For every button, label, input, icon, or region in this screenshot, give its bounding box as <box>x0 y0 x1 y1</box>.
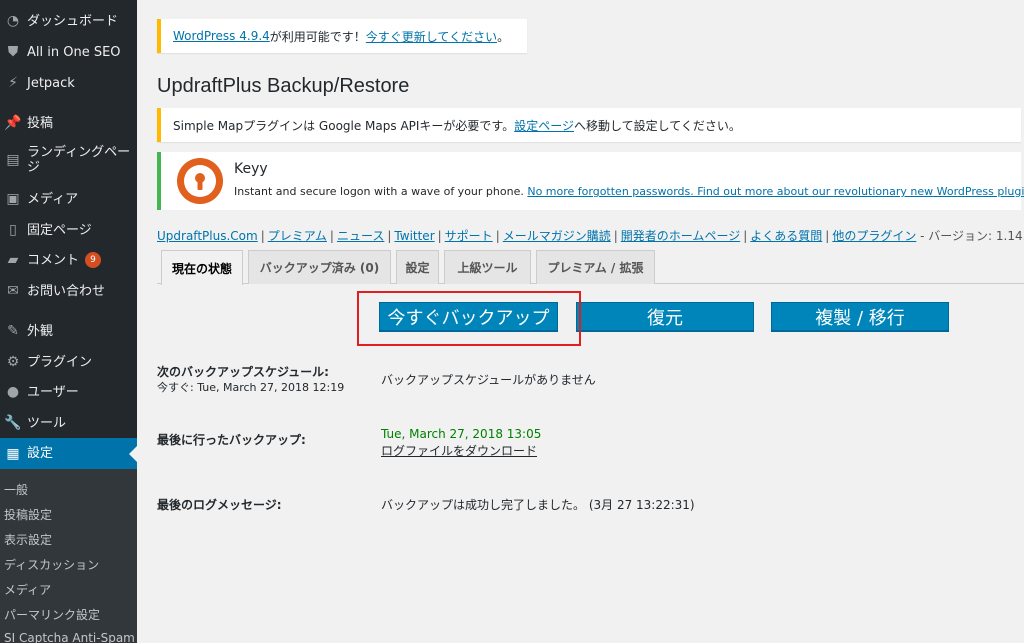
sidebar-item-label: ユーザー <box>27 384 79 400</box>
keyy-notice: Keyy Instant and secure logon with a wav… <box>157 152 1024 210</box>
plugin-icon: ⚙ <box>6 354 20 370</box>
next-schedule-value: バックアップスケジュールがありません <box>381 373 596 387</box>
user-icon: ● <box>6 384 20 400</box>
sidebar-item-dashboard[interactable]: ◔ ダッシュボード <box>0 10 137 32</box>
link-twitter[interactable]: Twitter <box>394 229 434 243</box>
media-icon: ▣ <box>6 191 20 207</box>
comment-count-badge: 9 <box>85 252 102 268</box>
brush-icon: ✎ <box>7 323 19 339</box>
last-backup-label: 最後に行ったバックアップ: <box>157 433 306 447</box>
maps-api-notice: Simple Mapプラグインは Google Maps APIキーが必要です。… <box>157 108 1021 142</box>
keyy-title: Keyy <box>234 161 268 177</box>
sidebar-item-jetpack[interactable]: ⚡ Jetpack <box>0 72 137 94</box>
admin-sidebar: ◔ ダッシュボード ⛊ All in One SEO ⚡ Jetpack 📌 投… <box>0 0 137 643</box>
link-support[interactable]: サポート <box>445 229 493 243</box>
page-title: UpdraftPlus Backup/Restore <box>157 75 410 97</box>
sidebar-item-label: ダッシュボード <box>27 13 119 29</box>
submenu-item-general[interactable]: 一般 <box>4 481 28 498</box>
now-schedule-time: 今すぐ: Tue, March 27, 2018 12:19 <box>157 381 345 394</box>
settings-submenu: 一般 投稿設定 表示設定 ディスカッション メディア パーマリンク設定 SI C… <box>0 469 137 643</box>
sidebar-item-label: お問い合わせ <box>27 283 106 299</box>
submenu-item-media[interactable]: メディア <box>4 581 51 598</box>
clone-migrate-button[interactable]: 複製 / 移行 <box>771 302 949 331</box>
wrench-icon: 🔧 <box>4 415 22 431</box>
update-notice-end: 。 <box>497 29 510 44</box>
last-log-value: バックアップは成功し完了しました。 (3月 27 13:22:31) <box>381 498 695 512</box>
highlight-annotation-box <box>357 291 581 346</box>
maps-notice-text: Simple Mapプラグインは Google Maps APIキーが必要です。 <box>173 118 515 133</box>
shield-icon: ⛊ <box>7 44 19 60</box>
sidebar-item-media[interactable]: ▣ メディア <box>0 188 137 210</box>
keyy-learn-more-link[interactable]: No more forgotten passwords. Find out mo… <box>527 185 1024 198</box>
update-notice: WordPress 4.9.4 が利用可能です！ 今すぐ更新してください 。 <box>157 19 527 53</box>
sidebar-item-tools[interactable]: 🔧 ツール <box>0 412 137 434</box>
sidebar-item-label: 外観 <box>27 323 54 339</box>
sidebar-item-all-in-one-seo[interactable]: ⛊ All in One SEO <box>0 41 137 63</box>
sidebar-item-pages[interactable]: ▯ 固定ページ <box>0 219 137 241</box>
book-icon: ▤ <box>6 152 20 168</box>
submenu-item-permalinks[interactable]: パーマリンク設定 <box>4 606 100 623</box>
link-newsletter[interactable]: メールマガジン購読 <box>503 229 611 243</box>
tab-bar: 現在の状態 バックアップ済み (0) 設定 上級ツール プレミアム / 拡張 <box>157 250 1024 285</box>
comment-icon: ▰ <box>7 252 19 268</box>
sidebar-item-label: Jetpack <box>27 75 75 91</box>
download-log-link[interactable]: ログファイルをダウンロード <box>381 442 537 459</box>
current-menu-arrow <box>129 445 137 462</box>
restore-button[interactable]: 復元 <box>576 302 754 331</box>
sidebar-item-label: メディア <box>27 191 79 207</box>
sidebar-item-appearance[interactable]: ✎ 外観 <box>0 320 137 342</box>
last-log-label: 最後のログメッセージ: <box>157 498 282 512</box>
sidebar-item-label: 投稿 <box>27 115 54 131</box>
link-updraftplus-com[interactable]: UpdraftPlus.Com <box>157 229 258 243</box>
next-schedule-label: 次のバックアップスケジュール: <box>157 365 329 379</box>
plugin-links-row: UpdraftPlus.Com | プレミアム | ニュース | Twitter | サポート |… <box>157 227 1024 244</box>
pin-icon: 📌 <box>4 115 22 131</box>
sidebar-item-label: All in One SEO <box>27 44 121 60</box>
settings-icon: ▦ <box>6 445 20 462</box>
submenu-item-discussion[interactable]: ディスカッション <box>4 556 99 573</box>
sidebar-item-label: ランディングページ <box>27 145 131 175</box>
sidebar-item-label: ツール <box>27 415 67 431</box>
submenu-item-si-captcha[interactable]: SI Captcha Anti-Spam <box>4 631 135 643</box>
sidebar-item-users[interactable]: ● ユーザー <box>0 381 137 403</box>
wordpress-version-link[interactable]: WordPress 4.9.4 <box>173 29 270 43</box>
maps-notice-text2: へ移動して設定してください。 <box>574 118 741 133</box>
sidebar-item-label: コメント <box>27 252 80 268</box>
link-other-plugins[interactable]: 他のプラグイン <box>832 229 916 243</box>
submenu-item-reading[interactable]: 表示設定 <box>4 531 52 548</box>
link-developer-home[interactable]: 開発者のホームページ <box>621 229 740 243</box>
mail-icon: ✉ <box>7 283 19 299</box>
link-news[interactable]: ニュース <box>337 229 384 243</box>
keyhole-icon <box>177 158 223 204</box>
sidebar-item-plugins[interactable]: ⚙ プラグイン <box>0 351 137 373</box>
link-faq[interactable]: よくある質問 <box>750 229 822 243</box>
link-premium[interactable]: プレミアム <box>268 229 327 243</box>
sidebar-item-landing-pages[interactable]: ▤ ランディングページ <box>0 143 137 177</box>
version-text: - バージョン: 1.14.4 <box>916 229 1024 243</box>
jetpack-icon: ⚡ <box>8 75 18 91</box>
sidebar-item-label: プラグイン <box>27 354 93 370</box>
dashboard-icon: ◔ <box>6 13 20 29</box>
sidebar-item-settings[interactable]: ▦ 設定 <box>0 438 137 469</box>
last-backup-value: Tue, March 27, 2018 13:05 <box>381 427 542 441</box>
sidebar-item-label: 設定 <box>27 446 54 461</box>
sidebar-item-posts[interactable]: 📌 投稿 <box>0 112 137 134</box>
tab-settings[interactable]: 設定 <box>396 250 439 284</box>
settings-page-link[interactable]: 設定ページ <box>514 117 574 134</box>
sidebar-item-contact[interactable]: ✉ お問い合わせ <box>0 280 137 302</box>
submenu-item-writing[interactable]: 投稿設定 <box>4 506 52 523</box>
update-notice-text: が利用可能です！ <box>269 29 366 44</box>
tab-premium-extensions[interactable]: プレミアム / 拡張 <box>536 250 655 284</box>
tab-current-status[interactable]: 現在の状態 <box>161 250 243 285</box>
update-now-link[interactable]: 今すぐ更新してください <box>366 28 497 45</box>
tab-existing-backups[interactable]: バックアップ済み (0) <box>248 250 391 284</box>
tab-advanced-tools[interactable]: 上級ツール <box>444 250 531 284</box>
sidebar-item-label: 固定ページ <box>27 222 92 238</box>
page-icon: ▯ <box>9 222 17 238</box>
keyy-description: Instant and secure logon with a wave of … <box>234 185 1024 198</box>
sidebar-item-comments[interactable]: ▰ コメント 9 <box>0 249 137 271</box>
keyy-text: Instant and secure logon with a wave of … <box>234 185 528 198</box>
